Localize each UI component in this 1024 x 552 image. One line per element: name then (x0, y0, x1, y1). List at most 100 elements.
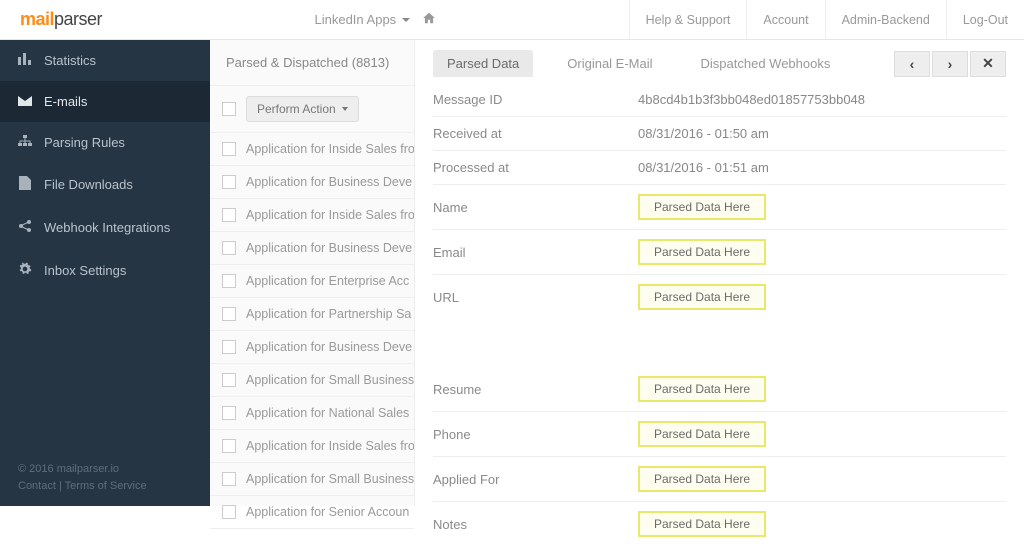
close-icon: ✕ (982, 55, 994, 72)
parsed-data-placeholder: Parsed Data Here (638, 466, 766, 492)
field-row: Message ID4b8cd4b1b3f3bb048ed01857753bb0… (433, 83, 1006, 117)
email-row[interactable]: Application for Small Business (210, 364, 414, 397)
app-switcher[interactable]: LinkedIn Apps (315, 12, 411, 27)
sitemap-icon (18, 135, 32, 150)
row-checkbox[interactable] (222, 175, 236, 189)
select-all-checkbox[interactable] (222, 102, 236, 116)
field-value: 08/31/2016 - 01:51 am (638, 160, 769, 175)
tab-parsed-data[interactable]: Parsed Data (433, 50, 533, 77)
email-subject: Application for Senior Accoun (246, 505, 409, 519)
row-checkbox[interactable] (222, 142, 236, 156)
logo: mailparser (0, 9, 122, 30)
file-icon (18, 176, 32, 193)
email-subject: Application for Enterprise Acc (246, 274, 409, 288)
field-label: Applied For (433, 472, 638, 487)
sidebar-item-statistics[interactable]: Statistics (0, 40, 210, 81)
row-checkbox[interactable] (222, 274, 236, 288)
bar-chart-icon (18, 53, 32, 68)
detail-panel: Parsed Data Original E-Mail Dispatched W… (415, 40, 1024, 506)
nav-logout[interactable]: Log-Out (946, 0, 1024, 40)
email-row[interactable]: Application for National Sales (210, 397, 414, 430)
sidebar-label: Parsing Rules (44, 135, 125, 150)
next-button[interactable]: › (932, 51, 968, 77)
envelope-icon (18, 94, 32, 109)
parsed-data-placeholder: Parsed Data Here (638, 376, 766, 402)
field-value: 08/31/2016 - 01:50 am (638, 126, 769, 141)
email-row[interactable]: Application for Small Business (210, 463, 414, 496)
chevron-left-icon: ‹ (910, 56, 915, 72)
prev-button[interactable]: ‹ (894, 51, 930, 77)
email-subject: Application for Inside Sales fro (246, 142, 414, 156)
topnav: Help & Support Account Admin-Backend Log… (629, 0, 1024, 40)
field-label: Processed at (433, 160, 638, 175)
caret-down-icon (402, 18, 410, 22)
sidebar-label: Statistics (44, 53, 96, 68)
email-row[interactable]: Application for Business Deve (210, 166, 414, 199)
email-row[interactable]: Application for Inside Sales fro (210, 133, 414, 166)
field-label: Resume (433, 382, 638, 397)
close-button[interactable]: ✕ (970, 51, 1006, 77)
row-checkbox[interactable] (222, 472, 236, 486)
home-icon[interactable] (422, 11, 436, 28)
sidebar-item-webhooks[interactable]: Webhook Integrations (0, 206, 210, 249)
email-row[interactable]: Application for Business Deve (210, 331, 414, 364)
parsed-data-placeholder: Parsed Data Here (638, 194, 766, 220)
chevron-right-icon: › (948, 56, 953, 72)
perform-action-dropdown[interactable]: Perform Action (246, 96, 359, 122)
topbar: mailparser LinkedIn Apps Help & Support … (0, 0, 1024, 40)
share-icon (18, 219, 32, 236)
nav-help[interactable]: Help & Support (629, 0, 747, 40)
row-checkbox[interactable] (222, 307, 236, 321)
row-checkbox[interactable] (222, 241, 236, 255)
email-row[interactable]: Application for Inside Sales fro (210, 430, 414, 463)
sidebar-label: Inbox Settings (44, 263, 126, 278)
email-row[interactable]: Application for Inside Sales fro (210, 199, 414, 232)
nav-account[interactable]: Account (746, 0, 824, 40)
tab-dispatched-webhooks[interactable]: Dispatched Webhooks (687, 50, 845, 77)
field-row: NotesParsed Data Here (433, 502, 1006, 546)
sidebar-item-inbox-settings[interactable]: Inbox Settings (0, 249, 210, 292)
field-label: Name (433, 200, 638, 215)
sidebar-item-emails[interactable]: E-mails (0, 81, 210, 122)
tab-original-email[interactable]: Original E-Mail (553, 50, 666, 77)
parsed-data-placeholder: Parsed Data Here (638, 239, 766, 265)
email-list: Application for Inside Sales fro Applicat… (210, 133, 414, 529)
email-row[interactable]: Application for Partnership Sa (210, 298, 414, 331)
row-checkbox[interactable] (222, 340, 236, 354)
field-row: EmailParsed Data Here (433, 230, 1006, 275)
row-checkbox[interactable] (222, 373, 236, 387)
field-row: URLParsed Data Here (433, 275, 1006, 319)
row-checkbox[interactable] (222, 505, 236, 519)
sidebar-item-parsing-rules[interactable]: Parsing Rules (0, 122, 210, 163)
field-label: Message ID (433, 92, 638, 107)
email-subject: Application for Partnership Sa (246, 307, 411, 321)
field-label: Phone (433, 427, 638, 442)
field-row: PhoneParsed Data Here (433, 412, 1006, 457)
field-row: ResumeParsed Data Here (433, 367, 1006, 412)
email-subject: Application for Small Business (246, 373, 414, 387)
row-checkbox[interactable] (222, 208, 236, 222)
email-subject: Application for Inside Sales fro (246, 208, 414, 222)
email-row[interactable]: Application for Enterprise Acc (210, 265, 414, 298)
email-list-panel: Parsed & Dispatched (8813) Perform Actio… (210, 40, 415, 506)
nav-admin[interactable]: Admin-Backend (825, 0, 946, 40)
email-row[interactable]: Application for Senior Accoun (210, 496, 414, 529)
field-row: Applied ForParsed Data Here (433, 457, 1006, 502)
sidebar-item-file-downloads[interactable]: File Downloads (0, 163, 210, 206)
field-label: Notes (433, 517, 638, 532)
parsed-data-placeholder: Parsed Data Here (638, 284, 766, 310)
sidebar: Statistics E-mails Parsing Rules File Do… (0, 40, 210, 506)
sidebar-label: Webhook Integrations (44, 220, 170, 235)
sidebar-label: File Downloads (44, 177, 133, 192)
row-checkbox[interactable] (222, 406, 236, 420)
field-label: Email (433, 245, 638, 260)
email-subject: Application for Small Business (246, 472, 414, 486)
field-label: URL (433, 290, 638, 305)
email-subject: Application for Business Deve (246, 175, 412, 189)
email-subject: Application for National Sales (246, 406, 409, 420)
row-checkbox[interactable] (222, 439, 236, 453)
field-label: Received at (433, 126, 638, 141)
email-subject: Application for Business Deve (246, 241, 412, 255)
email-row[interactable]: Application for Business Deve (210, 232, 414, 265)
field-row: NameParsed Data Here (433, 185, 1006, 230)
